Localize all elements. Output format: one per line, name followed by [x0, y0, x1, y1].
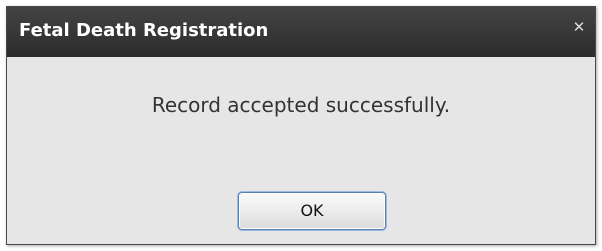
close-icon[interactable]: ✕	[569, 17, 589, 37]
ok-button[interactable]: OK	[238, 192, 386, 230]
dialog-title: Fetal Death Registration	[19, 20, 269, 41]
dialog-titlebar: Fetal Death Registration ✕	[7, 7, 595, 57]
alert-dialog: Fetal Death Registration ✕ Record accept…	[6, 6, 596, 245]
dialog-message: Record accepted successfully.	[151, 93, 451, 117]
